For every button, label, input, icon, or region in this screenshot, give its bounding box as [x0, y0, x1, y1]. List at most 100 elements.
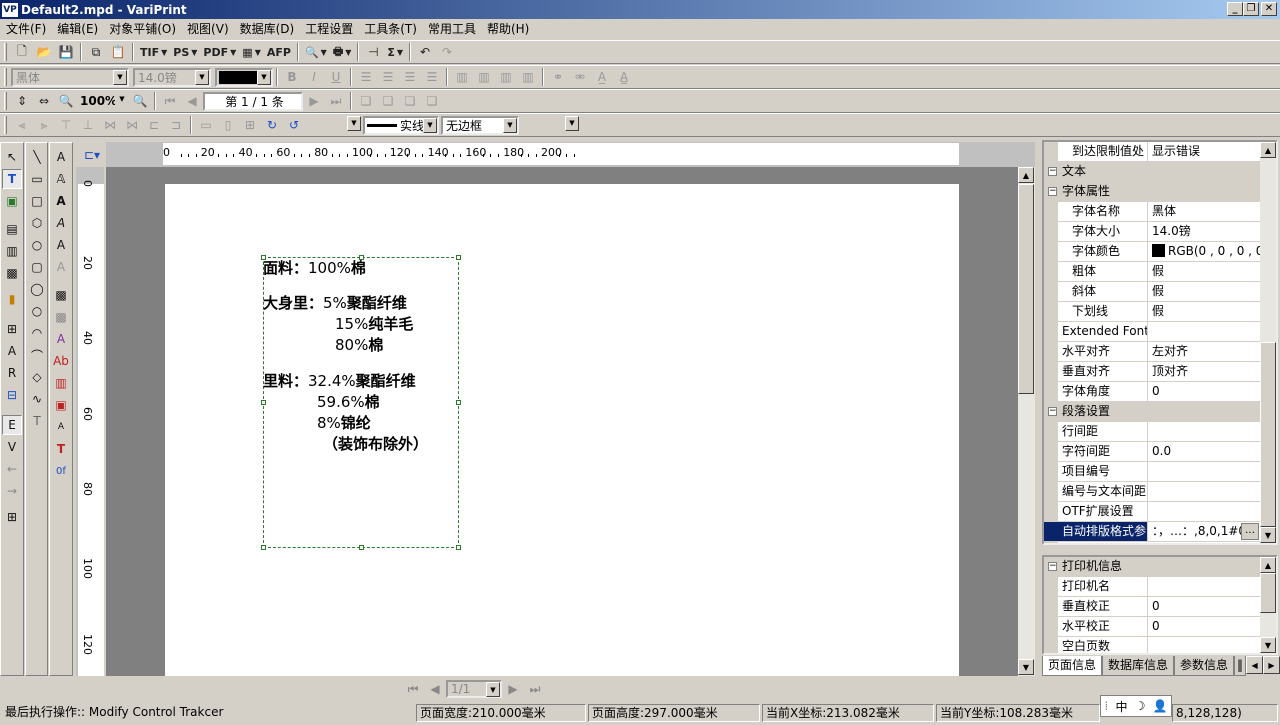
record-indicator[interactable]: 第 1 / 1 条 [203, 91, 303, 111]
property-value[interactable] [1148, 182, 1260, 201]
ellipsis-button[interactable]: … [1241, 523, 1259, 540]
property-value[interactable] [1148, 322, 1260, 341]
property-value[interactable] [1148, 502, 1260, 521]
scroll-thumb[interactable] [1018, 184, 1034, 394]
stamp-tool-icon[interactable]: T [27, 411, 47, 431]
property-value[interactable]: RGB(0 , 0 , 0 , 0) [1148, 242, 1260, 261]
printer-property-row[interactable]: 空白页数 [1044, 637, 1260, 653]
property-value[interactable]: 0.0 [1148, 442, 1260, 461]
property-value[interactable]: 假 [1148, 302, 1260, 321]
distribute-v-icon[interactable]: ⋈ [121, 115, 143, 136]
tab-database-info[interactable]: 数据库信息 [1102, 656, 1175, 676]
circle-tool-icon[interactable]: ○ [27, 235, 47, 255]
canvas-vertical-scrollbar[interactable]: ▲ ▼ [1018, 167, 1035, 676]
diamond-tool-icon[interactable]: ◇ [27, 367, 47, 387]
text-ab-icon[interactable]: Ab [51, 351, 71, 371]
nav-last-icon[interactable]: ⏭ [524, 679, 546, 700]
sum-button[interactable]: Σ ▼ [384, 42, 406, 63]
property-row[interactable]: − 段落设置 [1044, 402, 1260, 422]
letter-r-tool-icon[interactable]: R [2, 363, 22, 383]
oval-tool-icon[interactable]: ○ [27, 301, 47, 321]
arc-tool-icon[interactable]: ◠ [27, 323, 47, 343]
pattern-3-icon[interactable]: ▥ [51, 373, 71, 393]
text-t-red-icon[interactable]: T [51, 439, 71, 459]
grid-icon[interactable]: ⊞ [239, 115, 261, 136]
unlink-icon[interactable]: ⚮ [569, 67, 591, 88]
scroll-down-icon[interactable]: ▼ [1018, 659, 1034, 675]
resize-handle-sw[interactable] [261, 545, 266, 550]
ime-mode[interactable]: 中 [1115, 698, 1127, 715]
text-tool-icon[interactable]: T [2, 169, 22, 189]
barcode-3-icon[interactable]: ▥ [495, 67, 517, 88]
qrcode-tool-icon[interactable]: ▩ [2, 263, 22, 283]
layer-4-icon[interactable]: ❏ [421, 91, 443, 112]
minimize-button[interactable]: _ [1227, 2, 1243, 16]
property-row[interactable]: 字体大小 14.0镑 [1044, 222, 1260, 242]
barcode-tool-icon[interactable]: ▥ [2, 241, 22, 261]
nav-page-combo[interactable]: 1/1 ▼ [446, 680, 502, 698]
collapse-icon[interactable]: − [1048, 562, 1057, 571]
text-style-1-icon[interactable]: A̲ [591, 67, 613, 88]
property-value[interactable] [1148, 462, 1260, 481]
property-value[interactable]: 顶对齐 [1148, 362, 1260, 381]
text-a1-icon[interactable]: A [51, 147, 71, 167]
same-width-icon[interactable]: ⊏ [143, 115, 165, 136]
fit-width-icon[interactable]: ⇔ [33, 91, 55, 112]
property-value[interactable]: 黑体 [1148, 202, 1260, 221]
toolbar-grip[interactable] [4, 116, 7, 134]
property-row[interactable]: OTF扩展设置 [1044, 502, 1260, 522]
text-small-icon[interactable]: A [51, 417, 71, 437]
property-row[interactable]: 水平对齐 左对齐 [1044, 342, 1260, 362]
font-name-combo[interactable]: 黑体 ▼ [11, 67, 129, 87]
printer-property-row[interactable]: 水平校正 0 [1044, 617, 1260, 637]
property-value[interactable] [1148, 162, 1260, 181]
printer-scrollbar[interactable]: ▲ ▼ [1260, 557, 1276, 653]
nav-first-icon[interactable]: ⏮ [402, 679, 424, 700]
layer-1-icon[interactable]: ❏ [355, 91, 377, 112]
scroll-down-icon[interactable]: ▼ [1260, 637, 1276, 653]
align-obj-top-icon[interactable]: ⊤ [55, 115, 77, 136]
menu-database[interactable]: 数据库(D) [236, 19, 299, 39]
nav-prev-icon[interactable]: ◀ [424, 679, 446, 700]
collapse-icon[interactable]: − [1048, 187, 1057, 196]
group-icon[interactable]: ▭ [195, 115, 217, 136]
text-a3-icon[interactable]: A [51, 191, 71, 211]
collapse-icon[interactable]: − [1048, 167, 1057, 176]
rounded-rect-tool-icon[interactable]: ▢ [27, 257, 47, 277]
new-file-icon[interactable]: 🗋 [11, 42, 33, 63]
property-value[interactable]: 假 [1148, 282, 1260, 301]
extra-combo[interactable]: ▼ [521, 115, 579, 135]
rotate-cw-icon[interactable]: ↻ [261, 115, 283, 136]
align-justify-icon[interactable]: ☰ [421, 67, 443, 88]
print-preview-button[interactable]: 🔍 ▼ [302, 42, 330, 63]
ellipse-tool-icon[interactable]: ◯ [27, 279, 47, 299]
scroll-thumb[interactable] [1260, 342, 1276, 527]
printer-property-value[interactable] [1148, 557, 1260, 576]
export-pdf-button[interactable]: PDF ▼ [200, 42, 239, 63]
menu-toolbars[interactable]: 工具条(T) [360, 19, 421, 39]
scroll-up-icon[interactable]: ▲ [1260, 557, 1276, 573]
property-row[interactable]: 项目编号 [1044, 462, 1260, 482]
toolbar-grip[interactable] [4, 68, 7, 86]
ime-toolbar[interactable]: ⁞ 中 ☽ 👤 [1100, 695, 1172, 717]
property-value[interactable]: ：，…：,8,0,1#0#… [1148, 522, 1260, 541]
undo-icon[interactable]: ↶ [414, 42, 436, 63]
redo-icon[interactable]: ↷ [436, 42, 458, 63]
property-row[interactable]: 字体名称 黑体 [1044, 202, 1260, 222]
close-button[interactable]: ✕ [1261, 2, 1277, 16]
arrow-right-tool-icon[interactable]: → [2, 481, 22, 501]
property-value[interactable] [1148, 402, 1260, 421]
link-icon[interactable]: ⚭ [547, 67, 569, 88]
text-a5-icon[interactable]: A [51, 235, 71, 255]
chart-tool-icon[interactable]: ▮ [2, 289, 22, 309]
property-row[interactable]: 字体颜色 RGB(0 , 0 , 0 , 0) [1044, 242, 1260, 262]
property-value[interactable] [1148, 422, 1260, 441]
resize-handle-s[interactable] [359, 545, 364, 550]
layer-2-icon[interactable]: ❏ [377, 91, 399, 112]
fit-height-icon[interactable]: ⇕ [11, 91, 33, 112]
property-value[interactable]: 假 [1148, 262, 1260, 281]
collapse-icon[interactable]: − [1048, 407, 1057, 416]
open-folder-icon[interactable]: 📂 [33, 42, 55, 63]
square-tool-icon[interactable]: □ [27, 191, 47, 211]
text-style-2-icon[interactable]: A̳ [613, 67, 635, 88]
